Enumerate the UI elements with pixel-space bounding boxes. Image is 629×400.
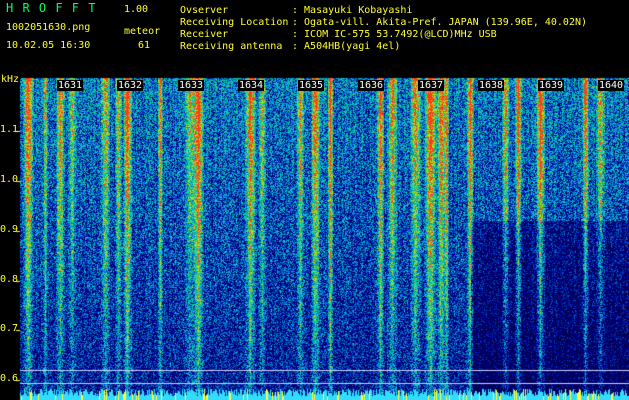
location-label: Receiving Location [180, 17, 289, 28]
y-tick-0-8: 0.8 [0, 274, 19, 285]
x-tick-1638: 1638 [478, 80, 505, 91]
y-axis-unit: kHz [1, 74, 20, 85]
meteor-label: meteor [124, 26, 161, 37]
y-tick-1-0: 1.0 [0, 174, 19, 185]
location-value: : Ogata-vill. Akita-Pref. JAPAN (139.96E… [292, 17, 588, 28]
x-tick-1634: 1634 [238, 80, 265, 91]
x-tick-1633: 1633 [178, 80, 205, 91]
y-tick-0-6: 0.6 [0, 373, 19, 384]
antenna-label: Receiving antenna [180, 41, 283, 52]
x-tick-1631: 1631 [57, 80, 84, 91]
x-tick-1640: 1640 [598, 80, 625, 91]
observer-value: : Masayuki Kobayashi [292, 5, 413, 16]
meteor-count: 61 [138, 40, 151, 51]
file-name: 1002051630.png [6, 22, 91, 33]
observer-label: Ovserver [180, 5, 229, 16]
antenna-value: : A504HB(yagi 4el) [292, 41, 401, 52]
app-title: H R O F F T [6, 1, 97, 15]
app-version: 1.00 [124, 4, 149, 15]
x-tick-1636: 1636 [358, 80, 385, 91]
receiver-label: Receiver [180, 29, 229, 40]
x-tick-1639: 1639 [538, 80, 565, 91]
receiver-value: : ICOM IC-575 53.7492(@LCD)MHz USB [292, 29, 497, 40]
x-tick-1637: 1637 [418, 80, 445, 91]
x-tick-1632: 1632 [117, 80, 144, 91]
y-tick-0-9: 0.9 [0, 224, 19, 235]
y-tick-0-7: 0.7 [0, 323, 19, 334]
spectrogram [0, 0, 629, 400]
y-tick-1-1: 1.1 [0, 124, 19, 135]
timestamp: 10.02.05 16:30 [6, 40, 91, 51]
x-tick-1635: 1635 [298, 80, 325, 91]
